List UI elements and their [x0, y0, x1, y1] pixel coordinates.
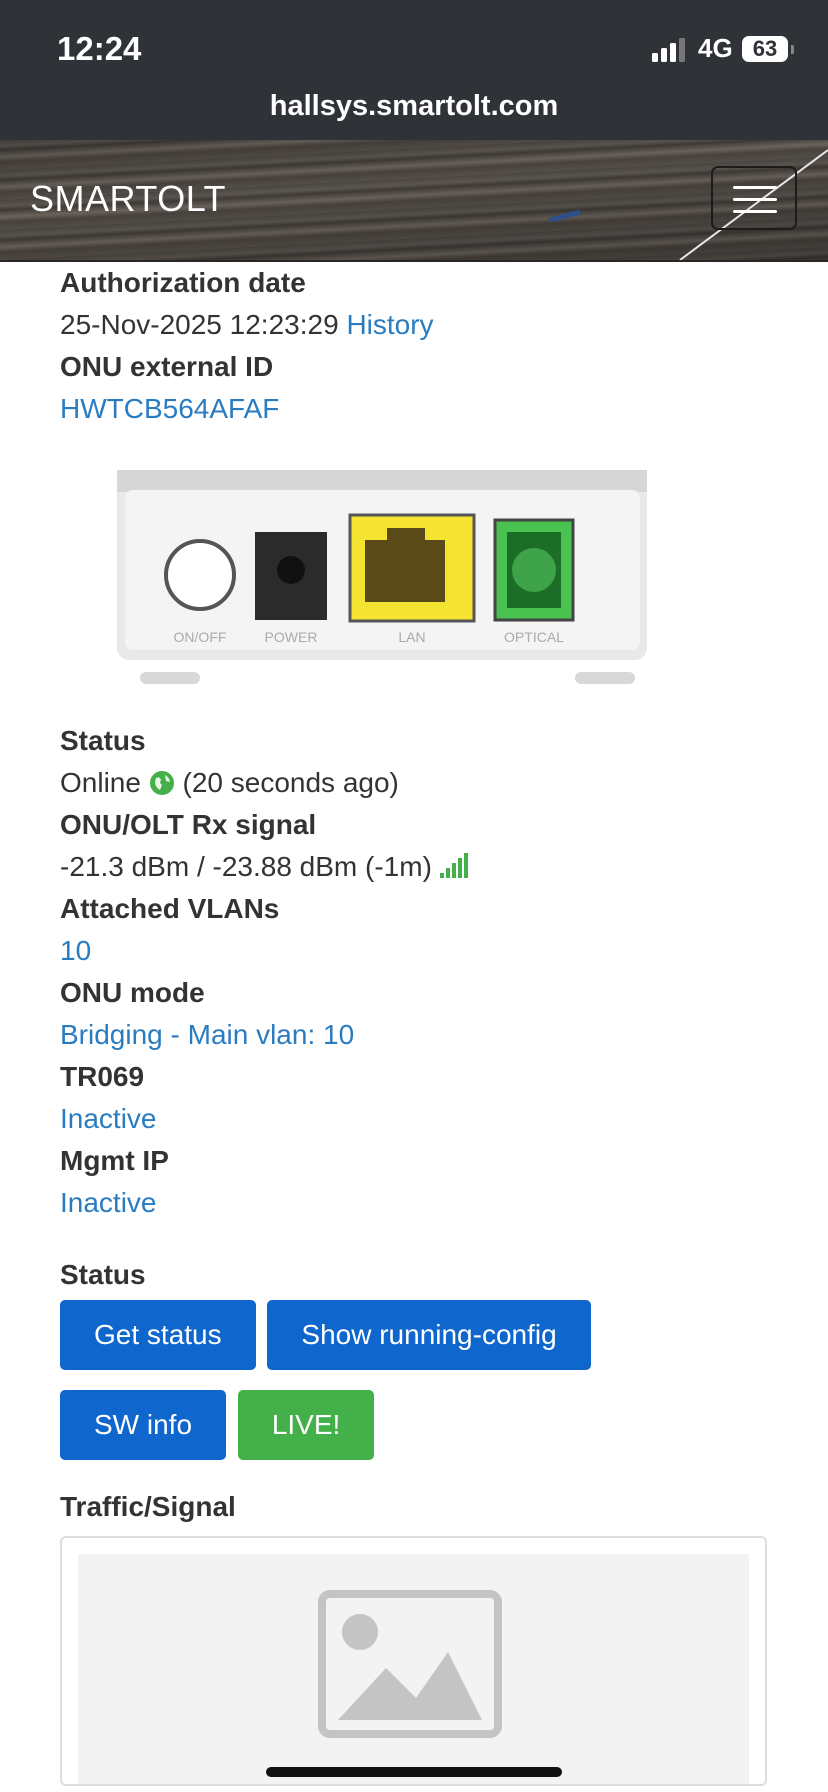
live-button[interactable]: LIVE! [237, 1390, 375, 1460]
status-row: Online (20 seconds ago) [60, 762, 780, 804]
onu-mode-value[interactable]: Bridging - Main vlan: 10 [60, 1014, 780, 1056]
history-link[interactable]: History [346, 309, 433, 340]
network-type: 4G [698, 33, 733, 63]
globe-online-icon [149, 771, 174, 795]
port-label-lan: LAN [398, 629, 425, 645]
rx-signal-row: -21.3 dBm / -23.88 dBm (-1m) [60, 846, 780, 888]
port-label-optical: OPTICAL [504, 629, 564, 645]
status-actions-row-1: Get status Show running-config [60, 1300, 780, 1370]
menu-icon [733, 186, 777, 189]
menu-icon-bar [733, 198, 777, 201]
onu-external-id-label: ONU external ID [60, 351, 274, 382]
get-status-button[interactable]: Get status [60, 1300, 256, 1370]
sw-info-button[interactable]: SW info [60, 1390, 227, 1460]
battery-icon: 63 [742, 36, 794, 62]
onu-external-id-value[interactable]: HWTCB564AFAF [60, 388, 780, 430]
vlans-label: Attached VLANs [60, 893, 280, 924]
tr069-value[interactable]: Inactive [60, 1098, 780, 1140]
image-placeholder-icon [318, 1590, 502, 1738]
traffic-graph-box [60, 1536, 767, 1786]
status-actions-row-2: SW info LIVE! [60, 1390, 780, 1460]
signal-strength-icon [439, 853, 468, 878]
port-label-onoff: ON/OFF [174, 629, 227, 645]
rx-signal-label: ONU/OLT Rx signal [60, 809, 317, 840]
mgmt-ip-label: Mgmt IP [60, 1145, 169, 1176]
brand-logo[interactable]: SMARTOLT [30, 178, 226, 220]
traffic-graph-placeholder [78, 1554, 749, 1784]
menu-icon-bar [733, 210, 777, 213]
tr069-label: TR069 [60, 1061, 145, 1092]
rx-signal-value: -21.3 dBm / -23.88 dBm (-1m) [60, 851, 432, 882]
cellular-signal-icon [652, 38, 685, 62]
status-ago: (20 seconds ago) [182, 767, 399, 798]
show-running-config-button[interactable]: Show running-config [267, 1300, 591, 1370]
port-label-power: POWER [265, 629, 318, 645]
menu-toggle-button[interactable] [711, 166, 797, 230]
traffic-signal-label: Traffic/Signal [60, 1491, 236, 1522]
ios-status-bar: 12:24 4G 63 hallsys.smartolt.com [0, 0, 828, 140]
authorization-date-row: 25-Nov-2025 12:23:29 History [60, 304, 780, 346]
url-bar[interactable]: hallsys.smartolt.com [0, 90, 828, 123]
home-indicator[interactable] [266, 1767, 562, 1777]
authorization-date-label: Authorization date [60, 267, 306, 298]
site-navbar: SMARTOLT [0, 140, 828, 262]
onu-device-image: ON/OFF POWER LAN OPTICAL [115, 470, 655, 690]
mgmt-ip-value[interactable]: Inactive [60, 1182, 780, 1224]
status-time: 12:24 [57, 30, 142, 67]
authorization-date-value: 25-Nov-2025 12:23:29 [60, 309, 339, 340]
status-label: Status [60, 725, 146, 756]
onu-details: Authorization date 25-Nov-2025 12:23:29 … [60, 262, 780, 1786]
onu-device-illustration: ON/OFF POWER LAN OPTICAL [117, 470, 647, 684]
status-value: Online [60, 767, 141, 798]
onu-mode-label: ONU mode [60, 977, 205, 1008]
actions-status-label: Status [60, 1259, 146, 1290]
vlans-value[interactable]: 10 [60, 930, 780, 972]
